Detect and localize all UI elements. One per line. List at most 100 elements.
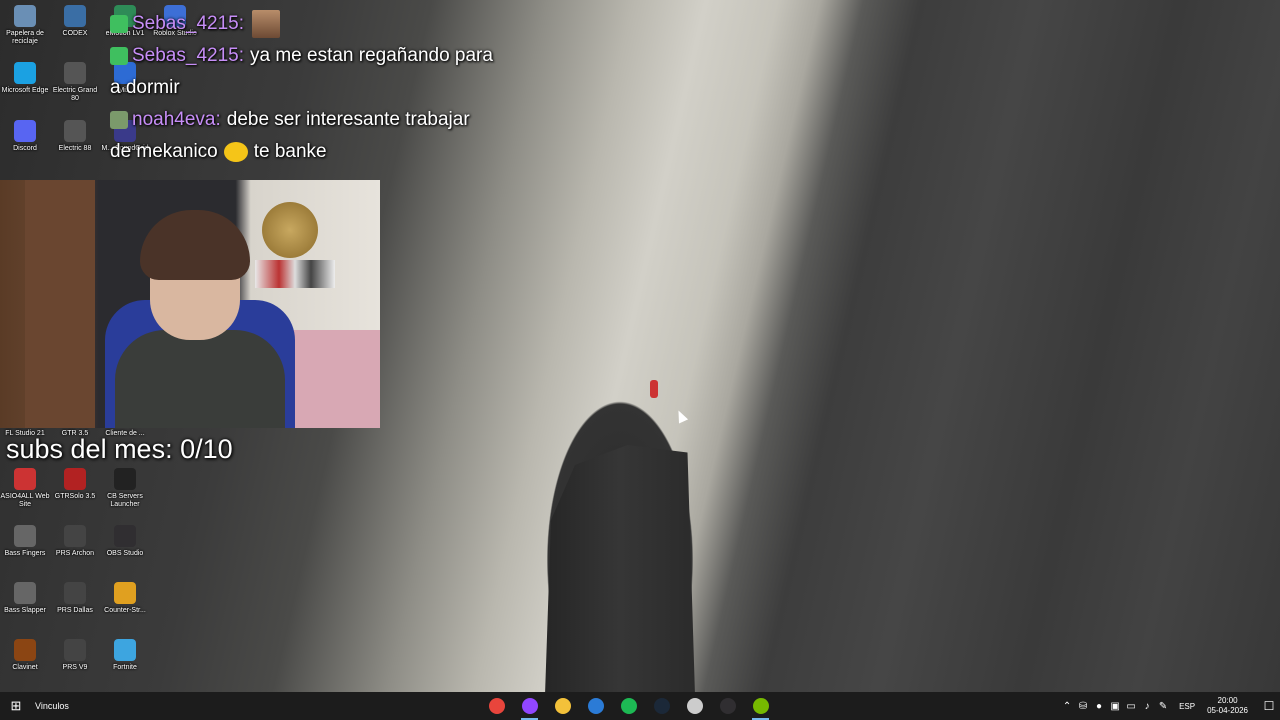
volume-icon[interactable]: ♪ [1139, 701, 1155, 712]
desktop-shortcut-label: GTRSolo 3.5 [54, 493, 96, 500]
chat-separator: : [215, 109, 221, 130]
cb-launcher-icon [114, 468, 136, 490]
desktop-shortcut[interactable]: Electric 88 [50, 120, 100, 153]
windows-taskbar: ⊞ Vinculos ⌃ ⛁ ● ▣ ▭ ♪ ✎ ESP 20:00 05-04… [0, 692, 1280, 720]
taskbar-app-button[interactable] [645, 692, 678, 720]
desktop-shortcut[interactable]: Bass Slapper [0, 582, 50, 615]
desktop-shortcut-label: Electric Grand 80 [52, 87, 98, 102]
taskbar-app-button[interactable] [579, 692, 612, 720]
bass-slapper-icon [14, 582, 36, 604]
webcam-streamer-hair [140, 210, 250, 280]
webcam-overlay [0, 180, 380, 428]
taskbar-app-button[interactable] [546, 692, 579, 720]
chat-message: Sebas_4215 : [110, 8, 530, 40]
usb-device-icon[interactable]: ⛁ [1075, 701, 1091, 712]
gtrsolo-icon [64, 468, 86, 490]
input-language-indicator[interactable]: ESP [1179, 702, 1195, 711]
clavinet-icon [14, 639, 36, 661]
chat-message-continuation: de mekanico te banke [110, 136, 530, 168]
desktop-shortcut[interactable]: Clavinet [0, 639, 50, 672]
store-icon [587, 698, 604, 714]
display-icon[interactable]: ▭ [1123, 701, 1139, 712]
desktop-shortcut[interactable]: CODEX [50, 5, 100, 38]
bass-fingers-icon [14, 525, 36, 547]
desktop-shortcut-label: OBS Studio [106, 550, 144, 557]
show-hidden-icons-icon[interactable]: ⌃ [1059, 701, 1075, 712]
chat-message-continuation: a dormir [110, 72, 530, 104]
desktop-shortcut[interactable]: Papelera de reciclaje [0, 5, 50, 46]
desktop-shortcut[interactable]: Electric Grand 80 [50, 62, 100, 103]
desktop-shortcut[interactable]: PRS Dallas [50, 582, 100, 615]
obs-icon [114, 525, 136, 547]
chat-username: noah4eva [132, 109, 216, 130]
desktop-shortcut-label: Microsoft Edge [1, 87, 49, 94]
pen-icon[interactable]: ✎ [1155, 701, 1171, 712]
desktop-shortcut[interactable]: CB Servers Launcher [100, 468, 150, 509]
microphone-icon[interactable]: ● [1091, 701, 1107, 712]
fortnite-icon [114, 639, 136, 661]
chat-text: de mekanico [110, 141, 218, 162]
taskbar-clock[interactable]: 20:00 05-04-2026 [1207, 696, 1248, 716]
desktop-shortcut[interactable]: ASIO4ALL Web Site [0, 468, 50, 509]
subscriber-badge-icon [110, 47, 128, 65]
prs-v9-icon [64, 639, 86, 661]
taskbar-app-button[interactable] [513, 692, 546, 720]
edge-icon [14, 62, 36, 84]
desktop-shortcut[interactable]: Counter-Str... [100, 582, 150, 615]
chat-text: ya me estan regañando para [250, 45, 493, 66]
webcam-books [255, 260, 335, 288]
discord-icon [14, 120, 36, 142]
chat-message: Sebas_4215 : ya me estan regañando para [110, 40, 530, 72]
stream-chat-overlay: Sebas_4215 : Sebas_4215 : ya me estan re… [110, 8, 530, 168]
chat-text: te banke [253, 141, 327, 162]
chat-separator: : [238, 13, 244, 34]
recycle-bin-icon [14, 5, 36, 27]
desktop-shortcut[interactable]: PRS Archon [50, 525, 100, 558]
spotify-icon [620, 698, 637, 714]
taskbar-app-button[interactable] [678, 692, 711, 720]
taskbar-app-button[interactable] [744, 692, 777, 720]
chat-emote-icon [223, 142, 248, 162]
file-explorer-icon [554, 698, 571, 714]
desktop-shortcut[interactable]: OBS Studio [100, 525, 150, 558]
desktop-shortcut-label: PRS Archon [55, 550, 95, 557]
desktop-shortcut[interactable]: Fortnite [100, 639, 150, 672]
desktop-shortcut-label: CODEX [62, 30, 88, 37]
taskbar-pinned-apps [480, 692, 777, 720]
links-toolbar[interactable]: Vinculos [35, 701, 69, 711]
prs-archon-icon [64, 525, 86, 547]
wallpaper-rock-pillar [545, 445, 695, 695]
electric-88-icon [64, 120, 86, 142]
asio4all-icon [14, 468, 36, 490]
chat-badge-icon [110, 111, 128, 129]
desktop-shortcut[interactable]: Bass Fingers [0, 525, 50, 558]
taskbar-app-button[interactable] [612, 692, 645, 720]
desktop-shortcut-label: Fortnite [113, 664, 137, 671]
clock-time: 20:00 [1217, 696, 1238, 705]
webcam-streamer-body [115, 330, 285, 428]
obs-taskbar-icon [719, 698, 736, 714]
desktop-shortcut[interactable]: PRS V9 [50, 639, 100, 672]
codex-icon [64, 5, 86, 27]
subscriber-badge-icon [110, 15, 128, 33]
desktop-shortcut[interactable]: Microsoft Edge [0, 62, 50, 95]
clock-date: 05-04-2026 [1207, 706, 1248, 715]
desktop-shortcut-label: PRS Dallas [57, 607, 93, 614]
taskbar-app-button[interactable] [711, 692, 744, 720]
prs-dallas-icon [64, 582, 86, 604]
network-icon[interactable]: ▣ [1107, 701, 1123, 712]
desktop-shortcut[interactable]: GTRSolo 3.5 [50, 468, 100, 501]
desktop-shortcut-label: Bass Slapper [4, 607, 46, 614]
desktop-shortcut-label: ASIO4ALL Web Site [0, 493, 50, 508]
chat-username: Sebas_4215 [132, 13, 239, 34]
chat-text: debe ser interesante trabajar [226, 109, 470, 130]
desktop-shortcut[interactable]: Discord [0, 120, 50, 153]
taskbar-app-button[interactable] [480, 692, 513, 720]
start-button[interactable]: ⊞ [0, 692, 32, 720]
notification-center-icon[interactable]: ☐ [1258, 699, 1280, 713]
subs-goal-counter: subs del mes: 0/10 [6, 434, 233, 464]
desktop-shortcut-label: Bass Fingers [4, 550, 46, 557]
webcam-bed [290, 330, 380, 428]
desktop-shortcut-label: Clavinet [12, 664, 38, 671]
windows-logo-icon: ⊞ [10, 698, 22, 713]
